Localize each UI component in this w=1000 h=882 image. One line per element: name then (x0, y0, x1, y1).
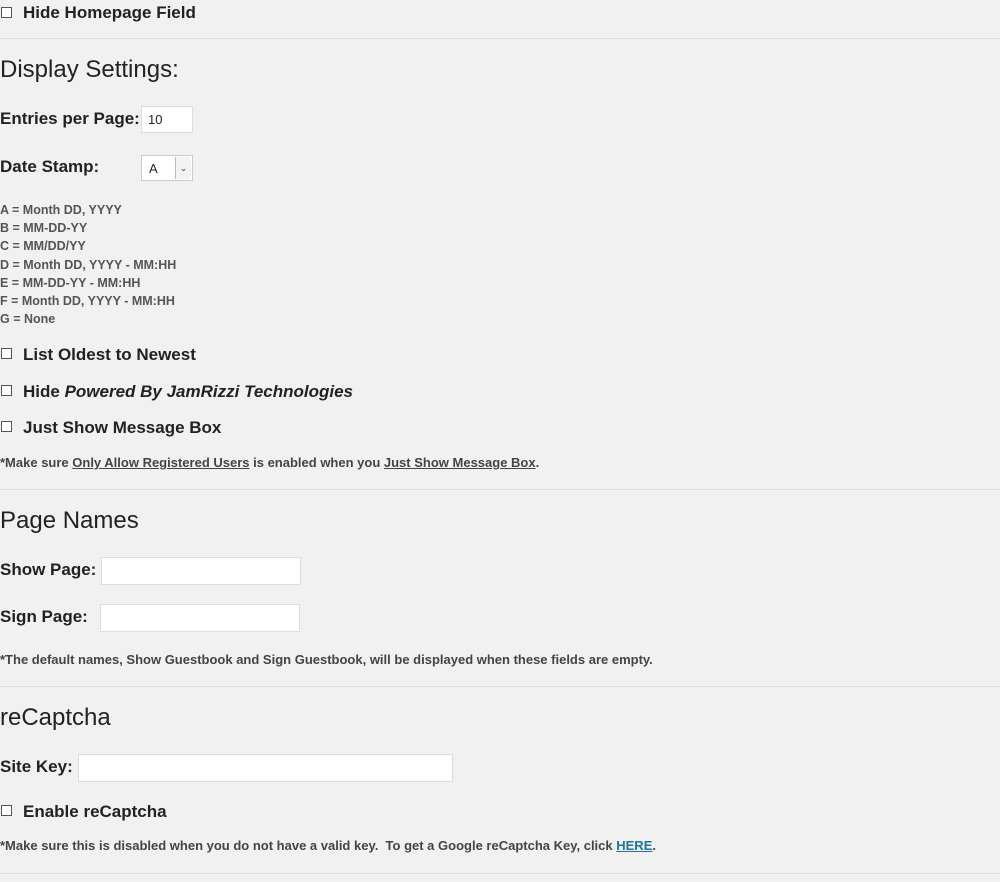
note-text: *Make sure (0, 455, 73, 470)
only-registered-reference: Only Allow Registered Users (72, 455, 250, 470)
legend-line: A = Month DD, YYYY (0, 203, 122, 217)
legend-line: G = None (0, 312, 56, 327)
note-text: *Make sure this is disabled when you do … (0, 838, 617, 853)
divider (0, 873, 1000, 874)
entries-per-page-input[interactable] (141, 106, 193, 133)
hide-powered-label: Hide Powered By JamRizzi Technologies (23, 382, 353, 402)
date-stamp-label: Date Stamp: (0, 157, 100, 176)
display-settings-note: *Make sure Only Allow Registered Users i… (0, 455, 539, 470)
hide-powered-prefix: Hide (23, 382, 65, 401)
just-show-reference: Just Show Message Box (383, 455, 536, 470)
recaptcha-key-link[interactable]: HERE (616, 838, 652, 853)
list-oldest-checkbox[interactable] (1, 348, 12, 359)
hide-powered-brand: Powered By JamRizzi Technologies (64, 382, 354, 401)
note-text: is enabled when you (249, 455, 384, 470)
legend-line: C = MM/DD/YY (0, 239, 86, 254)
hide-homepage-label: Hide Homepage Field (23, 3, 196, 22)
entries-per-page-label: Entries per Page: (0, 109, 140, 128)
sign-page-input[interactable] (100, 604, 300, 632)
note-text: . (652, 838, 656, 853)
date-stamp-legend: A = Month DD, YYYY B = MM-DD-YY C = MM/D… (0, 201, 176, 328)
legend-line: B = MM-DD-YY (0, 221, 88, 236)
enable-recaptcha-label: Enable reCaptcha (23, 802, 167, 821)
display-settings-title: Display Settings: (0, 56, 179, 83)
enable-recaptcha-checkbox[interactable] (1, 805, 12, 816)
site-key-label: Site Key: (0, 757, 73, 776)
recaptcha-note: *Make sure this is disabled when you do … (0, 838, 656, 853)
legend-line: F = Month DD, YYYY - MM:HH (0, 294, 175, 309)
site-key-input[interactable] (78, 754, 453, 782)
hide-homepage-checkbox[interactable] (1, 7, 12, 18)
legend-line: D = Month DD, YYYY - MM:HH (0, 257, 177, 272)
just-show-label: Just Show Message Box (23, 418, 222, 437)
date-stamp-value: A (149, 161, 158, 176)
divider (0, 489, 1000, 490)
date-stamp-select[interactable]: A ⌄ (141, 155, 193, 181)
divider (0, 38, 1000, 39)
just-show-checkbox[interactable] (1, 421, 12, 432)
page-names-title: Page Names (0, 507, 139, 534)
page-names-note: *The default names, Show Guestbook and S… (0, 652, 653, 667)
show-page-label: Show Page: (0, 560, 97, 579)
hide-powered-checkbox[interactable] (1, 385, 12, 396)
note-text: . (535, 455, 540, 470)
legend-line: E = MM-DD-YY - MM:HH (0, 275, 141, 290)
chevron-down-icon[interactable]: ⌄ (175, 157, 191, 179)
recaptcha-title: reCaptcha (0, 704, 111, 731)
list-oldest-label: List Oldest to Newest (23, 345, 196, 364)
sign-page-label: Sign Page: (0, 607, 88, 626)
divider (0, 686, 1000, 687)
show-page-input[interactable] (101, 557, 301, 585)
